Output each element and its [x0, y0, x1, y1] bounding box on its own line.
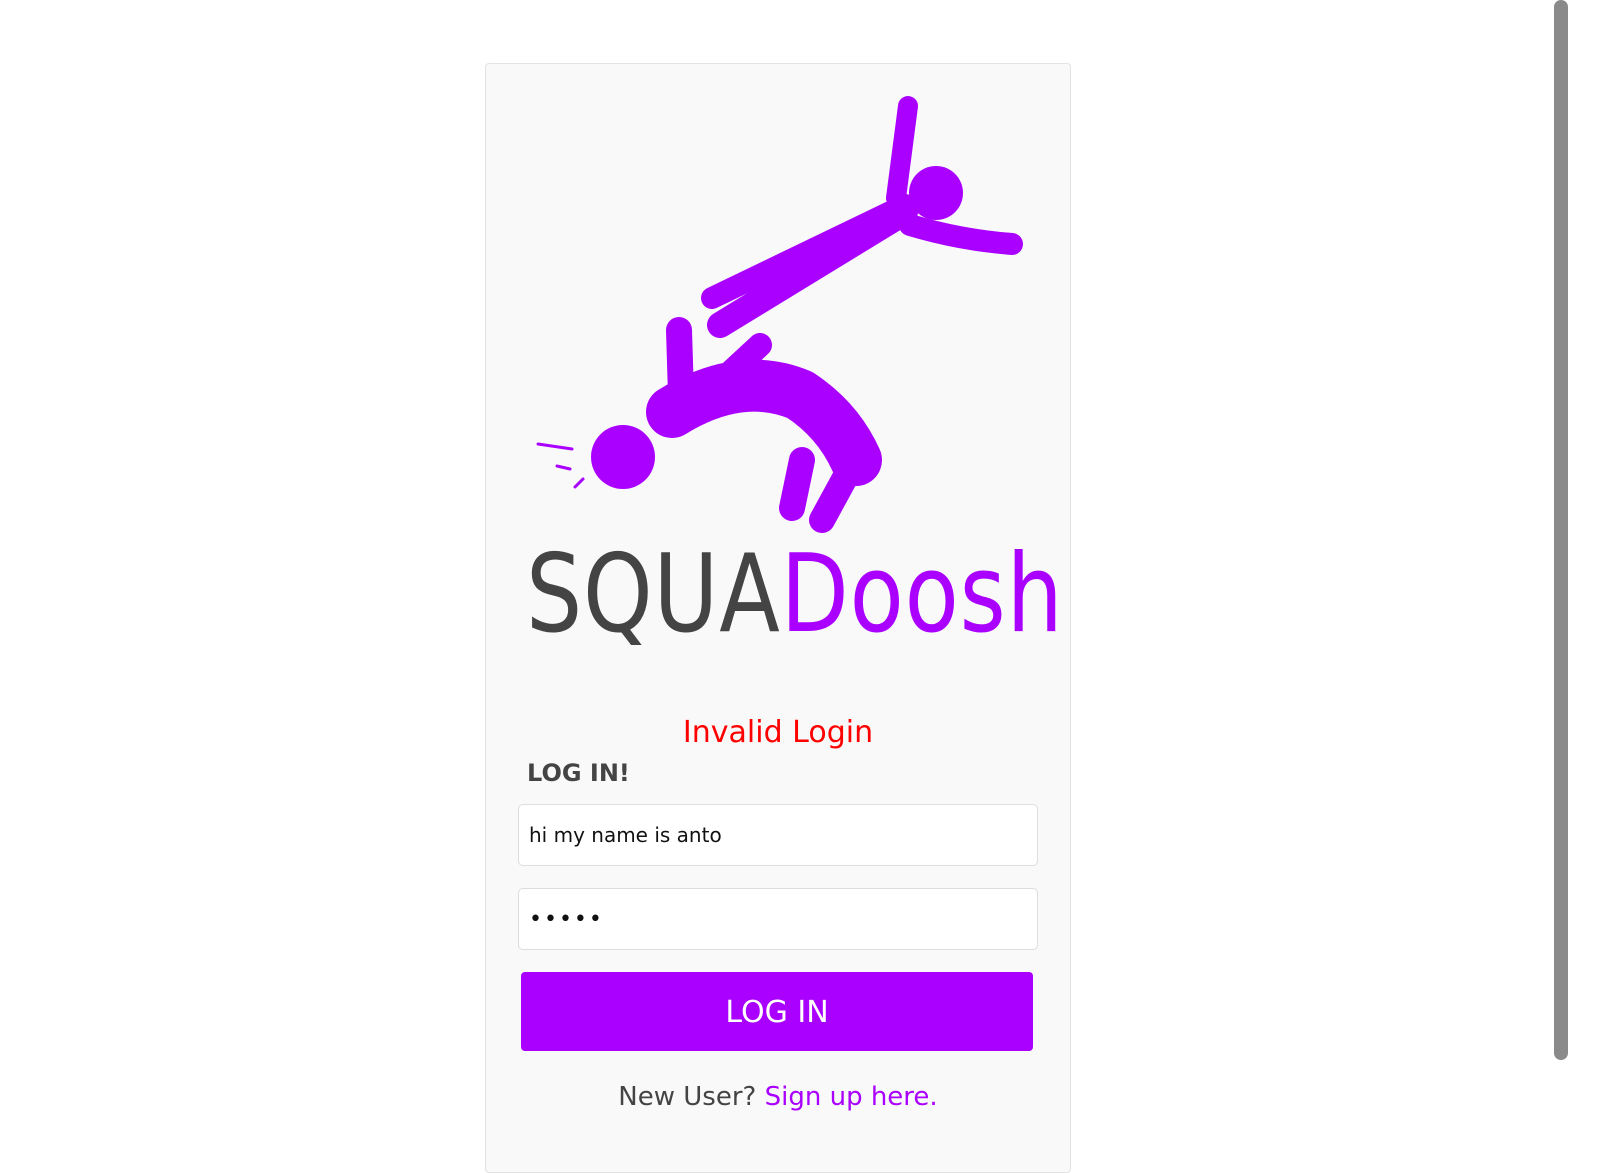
password-input[interactable]: [518, 888, 1038, 950]
signup-prompt-line: New User? Sign up here.: [485, 1078, 1071, 1116]
username-input[interactable]: [518, 804, 1038, 866]
form-title: LOG IN!: [527, 759, 630, 787]
scrollbar-thumb[interactable]: [1554, 0, 1568, 1060]
login-button[interactable]: LOG IN: [521, 972, 1033, 1051]
signup-prompt: New User?: [618, 1082, 757, 1112]
brand-name-part2: Doosh: [780, 532, 1064, 657]
brand-name-part1: SQUA: [526, 532, 781, 657]
squadoosh-logo-icon: [536, 96, 1023, 533]
brand-wordmark: SQUADoosh: [526, 530, 1064, 660]
error-message: Invalid Login: [682, 715, 874, 750]
signup-link[interactable]: Sign up here.: [765, 1082, 938, 1112]
